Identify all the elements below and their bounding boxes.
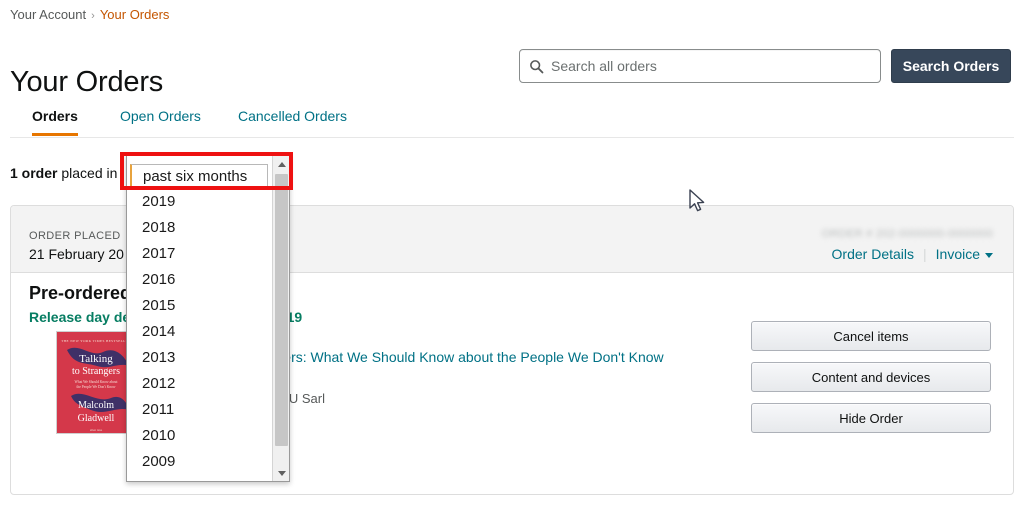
svg-text:to Strangers: to Strangers xyxy=(72,366,120,377)
chevron-down-icon[interactable] xyxy=(985,252,993,258)
scroll-down-arrow-icon[interactable] xyxy=(273,464,289,481)
search-input[interactable] xyxy=(551,58,871,74)
order-number-redacted: ORDER # 202-0000000-0000000 xyxy=(821,228,993,240)
dropdown-option-2010[interactable]: 2010 xyxy=(127,423,272,449)
product-cover-image[interactable]: THE NEW YORK TIMES BESTSELLER Talking to… xyxy=(56,331,134,434)
preordered-heading: Pre-ordered xyxy=(29,283,132,303)
content-and-devices-button[interactable]: Content and devices xyxy=(751,362,991,392)
time-filter-dropdown[interactable]: past six months 2019 2018 2017 2016 2015… xyxy=(126,155,290,482)
breadcrumb-your-orders[interactable]: Your Orders xyxy=(100,7,170,22)
order-details-link[interactable]: Order Details xyxy=(832,246,914,262)
order-placed-date: 21 February 20 xyxy=(29,246,124,262)
order-search-area: Search Orders xyxy=(519,49,1011,83)
dropdown-option-2014[interactable]: 2014 xyxy=(127,319,272,345)
tab-orders[interactable]: Orders xyxy=(32,108,78,136)
dropdown-option-2017[interactable]: 2017 xyxy=(127,241,272,267)
page-title: Your Orders xyxy=(10,66,164,99)
dropdown-option-2015[interactable]: 2015 xyxy=(127,293,272,319)
dropdown-option-2011[interactable]: 2011 xyxy=(127,397,272,423)
svg-text:allen lane: allen lane xyxy=(90,428,103,432)
invoice-link[interactable]: Invoice xyxy=(936,246,980,262)
search-icon xyxy=(530,59,544,73)
your-orders-page: Your Account › Your Orders Your Orders Sea… xyxy=(0,0,1024,506)
order-action-buttons: Cancel items Content and devices Hide Or… xyxy=(751,321,991,444)
dropdown-option-past-six-months[interactable]: past six months xyxy=(130,164,268,189)
hide-order-button[interactable]: Hide Order xyxy=(751,403,991,433)
order-count-value: 1 order xyxy=(10,165,58,181)
search-orders-button[interactable]: Search Orders xyxy=(891,49,1011,83)
time-filter-option-list: past six months 2019 2018 2017 2016 2015… xyxy=(127,156,272,475)
svg-text:What We Should Know about: What We Should Know about xyxy=(75,380,118,384)
order-header-links: Order Details | Invoice xyxy=(832,246,993,262)
dropdown-option-partial-top[interactable] xyxy=(127,156,272,164)
cancel-items-button[interactable]: Cancel items xyxy=(751,321,991,351)
order-placed-label: ORDER PLACED xyxy=(29,230,121,242)
svg-text:THE NEW YORK TIMES BESTSELLER: THE NEW YORK TIMES BESTSELLER xyxy=(61,339,131,343)
svg-text:Malcolm: Malcolm xyxy=(78,400,114,411)
dropdown-option-2016[interactable]: 2016 xyxy=(127,267,272,293)
breadcrumb-your-account[interactable]: Your Account xyxy=(10,7,86,22)
breadcrumb: Your Account › Your Orders xyxy=(10,7,169,22)
dropdown-option-2018[interactable]: 2018 xyxy=(127,215,272,241)
svg-text:Gladwell: Gladwell xyxy=(78,413,115,424)
book-cover-art: THE NEW YORK TIMES BESTSELLER Talking to… xyxy=(57,332,133,433)
tab-open-orders[interactable]: Open Orders xyxy=(120,108,201,133)
dropdown-scrollbar[interactable] xyxy=(272,156,289,481)
order-count-suffix: placed in xyxy=(57,165,118,181)
breadcrumb-separator: › xyxy=(91,10,95,22)
svg-text:Talking: Talking xyxy=(79,353,113,365)
order-count-line: 1 order placed in xyxy=(10,165,117,181)
orders-tab-bar: Orders Open Orders Cancelled Orders xyxy=(10,108,1014,138)
scrollbar-thumb[interactable] xyxy=(275,174,288,446)
tab-cancelled-orders[interactable]: Cancelled Orders xyxy=(238,108,347,133)
dropdown-option-2012[interactable]: 2012 xyxy=(127,371,272,397)
dropdown-option-2013[interactable]: 2013 xyxy=(127,345,272,371)
scroll-up-arrow-icon[interactable] xyxy=(273,156,289,173)
svg-text:the People We Don't Know: the People We Don't Know xyxy=(76,385,115,389)
search-box[interactable] xyxy=(519,49,881,83)
dropdown-option-2019[interactable]: 2019 xyxy=(127,189,272,215)
dropdown-option-2009[interactable]: 2009 xyxy=(127,449,272,475)
links-divider: | xyxy=(923,246,927,262)
